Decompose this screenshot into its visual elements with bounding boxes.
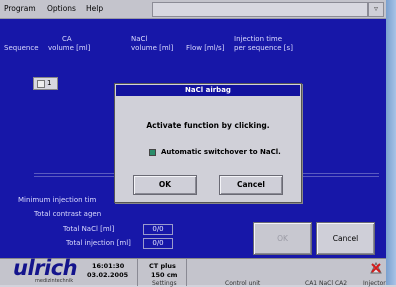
window-edge	[386, 0, 396, 285]
contrast-agents-label: CA1 NaCl CA2	[305, 280, 348, 287]
header-injection-time: Injection time	[234, 35, 283, 43]
ct-length: 150 cm	[151, 271, 178, 279]
header-nacl: NaCl	[131, 35, 148, 43]
dialog-title: NaCl airbag	[116, 85, 300, 96]
dialog-ok-button[interactable]: OK	[133, 175, 197, 195]
auto-switchover-checkbox[interactable]	[149, 149, 156, 156]
auto-switchover-label: Automatic switchover to NaCl.	[161, 148, 281, 156]
cancel-button[interactable]: Cancel	[316, 222, 375, 255]
header-injection-per-seq: per sequence [s]	[234, 44, 293, 52]
status-date: 03.02.2005	[87, 271, 129, 279]
header-flow: Flow [ml/s]	[186, 44, 225, 52]
settings-label[interactable]: Settings	[152, 280, 177, 287]
header-ca: CA	[62, 35, 72, 43]
sequence-checkbox[interactable]	[37, 80, 45, 88]
header-nacl-volume: volume [ml]	[131, 44, 174, 52]
divider	[137, 259, 138, 286]
injector-warning-icon[interactable]	[369, 261, 383, 275]
total-injection-label: Total injection [ml]	[66, 239, 131, 247]
dialog-cancel-button[interactable]: Cancel	[219, 175, 283, 195]
sequence-1-row[interactable]: 1	[33, 77, 58, 90]
injector-label: Injector	[363, 280, 386, 287]
header-ca-volume: volume [ml]	[48, 44, 91, 52]
menu-program[interactable]: Program	[4, 4, 36, 13]
total-nacl-value: 0/0	[143, 224, 173, 235]
brand-logo: ulrich medizintechnik	[7, 256, 82, 285]
total-contrast-label: Total contrast agen	[34, 210, 102, 218]
status-bar: ulrich medizintechnik 16:01:30 03.02.200…	[0, 256, 386, 287]
menu-help[interactable]: Help	[86, 4, 103, 13]
ok-button[interactable]: OK	[253, 222, 312, 255]
chevron-down-icon[interactable]: ▿	[368, 2, 384, 17]
brand-name: ulrich	[13, 256, 78, 280]
program-name-field[interactable]	[152, 2, 368, 17]
total-nacl-label: Total NaCl [ml]	[63, 225, 115, 233]
brand-subtitle: medizintechnik	[35, 278, 74, 284]
header-sequence: Sequence	[4, 44, 39, 52]
menu-bar: Program Options Help ▿	[0, 0, 386, 19]
control-unit-label: Control unit	[225, 280, 261, 287]
dialog-message: Activate function by clicking.	[146, 121, 270, 130]
menu-options[interactable]: Options	[47, 4, 76, 13]
ct-device: CT plus	[149, 262, 176, 270]
status-time: 16:01:30	[92, 262, 125, 270]
nacl-airbag-dialog: NaCl airbag Activate function by clickin…	[114, 83, 302, 203]
total-injection-value: 0/0	[143, 238, 173, 249]
divider	[186, 259, 187, 286]
sequence-number: 1	[47, 79, 52, 87]
min-injection-label: Minimum injection tim	[18, 196, 97, 204]
